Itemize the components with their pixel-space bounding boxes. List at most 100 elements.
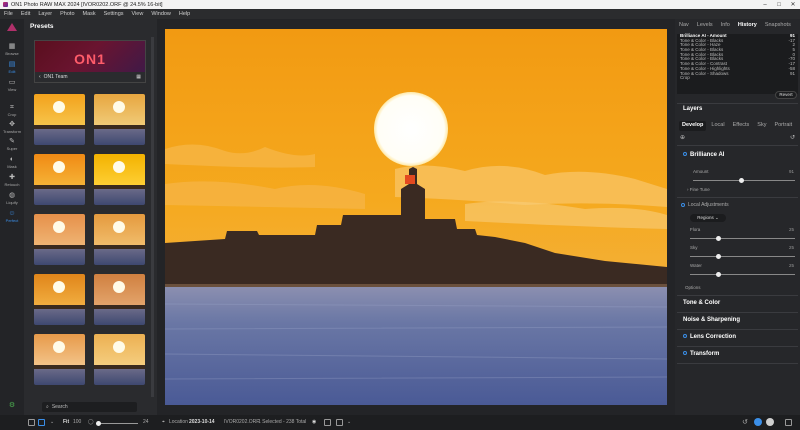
zoom-slider-knob[interactable] — [96, 421, 101, 426]
menu-layer[interactable]: Layer — [34, 11, 56, 17]
tab-snapshots[interactable]: Snapshots — [761, 22, 795, 32]
preset-thumbnail[interactable] — [94, 334, 145, 385]
back-chevron-icon[interactable]: ‹ — [39, 74, 41, 80]
preset-thumbnail[interactable] — [94, 154, 145, 205]
sky-slider-knob[interactable] — [716, 254, 721, 259]
options-toggle[interactable]: Options — [685, 285, 701, 290]
section-transform[interactable]: Transform — [677, 351, 798, 357]
preset-thumbnail[interactable] — [94, 274, 145, 325]
close-icon[interactable]: ✕ — [786, 1, 800, 8]
menu-edit[interactable]: Edit — [17, 11, 34, 17]
tab-history[interactable]: History — [734, 22, 761, 32]
preset-thumbnail[interactable] — [34, 154, 85, 205]
tool-retouch[interactable]: ✚ Retouch — [0, 174, 24, 187]
regions-dropdown[interactable]: Regions ⌄ — [690, 214, 726, 222]
sync-button-icon[interactable] — [754, 418, 762, 426]
toggle-circle-icon[interactable] — [683, 351, 687, 356]
menu-help[interactable]: Help — [175, 11, 194, 17]
preset-thumbnail[interactable] — [34, 334, 85, 385]
preset-thumbnail[interactable] — [34, 214, 85, 265]
amount-slider[interactable] — [693, 178, 795, 183]
grid-view-icon[interactable] — [28, 419, 35, 428]
compare-icon[interactable] — [336, 419, 343, 428]
chevron-down-icon[interactable]: ⌄ — [50, 419, 54, 425]
section-lens-correction[interactable]: Lens Correction — [677, 334, 798, 340]
tool-mask[interactable]: ◐ Mask — [0, 156, 24, 169]
crop-icon: ⌗ — [10, 104, 14, 111]
tool-browse[interactable]: ▦ Browse — [0, 43, 24, 56]
tab-effects[interactable]: Effects — [730, 121, 753, 131]
menu-mask[interactable]: Mask — [79, 11, 100, 17]
info-box-icon[interactable] — [324, 419, 331, 428]
zoom-slider[interactable] — [96, 421, 138, 426]
preset-search-input[interactable]: ⌕ Search — [42, 402, 137, 412]
toggle-circle-icon[interactable] — [683, 152, 687, 157]
tool-edit[interactable]: ▤ Edit — [0, 61, 24, 74]
preset-thumbnail[interactable] — [34, 274, 85, 325]
water-slider[interactable] — [690, 272, 795, 277]
flora-slider-knob[interactable] — [716, 236, 721, 241]
menu-file[interactable]: File — [0, 11, 17, 17]
zoom-toggle-icon[interactable]: ◯ — [88, 419, 94, 425]
menu-view[interactable]: View — [128, 11, 148, 17]
menu-window[interactable]: Window — [147, 11, 175, 17]
menu-photo[interactable]: Photo — [56, 11, 78, 17]
tool-transform[interactable]: ✥ Transform — [0, 121, 24, 134]
tab-info[interactable]: Info — [717, 22, 734, 32]
eye-icon[interactable]: ◉ — [312, 419, 316, 425]
fine-tune-toggle[interactable]: › Fine Tune — [687, 187, 710, 192]
tab-local[interactable]: Local — [708, 121, 727, 131]
brilliance-ai-header[interactable]: Brilliance AI — [677, 152, 798, 158]
main-photo[interactable] — [165, 29, 667, 405]
flora-slider[interactable] — [690, 236, 795, 241]
presets-scrollbar[interactable] — [151, 37, 154, 397]
divider — [677, 329, 798, 330]
preset-thumbnail[interactable] — [94, 214, 145, 265]
maximize-icon[interactable]: □ — [772, 2, 786, 8]
amount-label: Amount — [693, 169, 709, 174]
monitor-icon: ▭ — [8, 79, 16, 86]
tool-view[interactable]: ▭ View — [0, 79, 24, 92]
location-value: 2023-10-14 — [189, 419, 215, 425]
local-adjustments-header[interactable]: Local Adjustments — [681, 202, 729, 208]
tab-develop[interactable]: Develop — [679, 121, 707, 131]
tool-crop[interactable]: ⌗ Crop — [0, 104, 24, 117]
toggle-circle-icon[interactable] — [681, 202, 685, 207]
portrait-icon: ☺ — [8, 210, 16, 217]
preset-category-label: ON1 Team — [43, 74, 68, 80]
section-noise-sharpening[interactable]: Noise & Sharpening — [677, 317, 798, 323]
panel-toggle-icon[interactable] — [785, 419, 792, 428]
reset-icon[interactable]: ↺ — [790, 134, 795, 141]
water-slider-knob[interactable] — [716, 272, 721, 277]
tab-sky[interactable]: Sky — [754, 121, 769, 131]
layers-header[interactable]: Layers — [677, 106, 798, 112]
history-row[interactable]: Crop — [677, 75, 798, 81]
preset-thumbnail[interactable] — [94, 94, 145, 145]
section-tone-color[interactable]: Tone & Color — [677, 300, 798, 306]
preset-category-banner[interactable]: ON1 ‹ ON1 Team ▦ — [34, 40, 146, 83]
revert-button[interactable]: Revert — [775, 91, 797, 99]
tool-perfect[interactable]: ☺ Perfect — [0, 210, 24, 223]
fit-button[interactable]: Fit — [63, 419, 69, 425]
undo-icon[interactable]: ↺ — [742, 418, 748, 426]
tab-nav[interactable]: Nav — [675, 22, 693, 32]
preset-thumbnail[interactable] — [34, 94, 85, 145]
title-bar: ON1 Photo RAW MAX 2024 [IVOR0202.ORF @ 2… — [0, 0, 800, 9]
filmstrip-icon[interactable] — [38, 419, 45, 428]
grid-view-icon[interactable]: ▦ — [136, 74, 141, 80]
amount-slider-knob[interactable] — [739, 178, 744, 183]
tool-liquify[interactable]: ◍ Liquify — [0, 192, 24, 205]
tool-super[interactable]: ✎ Super — [0, 138, 24, 151]
tab-portrait[interactable]: Portrait — [771, 121, 795, 131]
toggle-circle-icon[interactable] — [683, 334, 687, 339]
tab-levels[interactable]: Levels — [693, 22, 717, 32]
tool-settings[interactable]: ⚙ — [0, 402, 24, 410]
preset-icon[interactable]: ⊕ — [680, 134, 685, 141]
sky-value: 25 — [789, 245, 795, 250]
chevron-down-icon[interactable]: ⌄ — [347, 419, 351, 425]
menu-settings[interactable]: Settings — [100, 11, 128, 17]
develop-tabs: Develop Local Effects Sky Portrait — [679, 121, 798, 131]
minimize-icon[interactable]: – — [758, 2, 772, 8]
sky-slider[interactable] — [690, 254, 795, 259]
close-edit-icon[interactable] — [766, 418, 774, 426]
